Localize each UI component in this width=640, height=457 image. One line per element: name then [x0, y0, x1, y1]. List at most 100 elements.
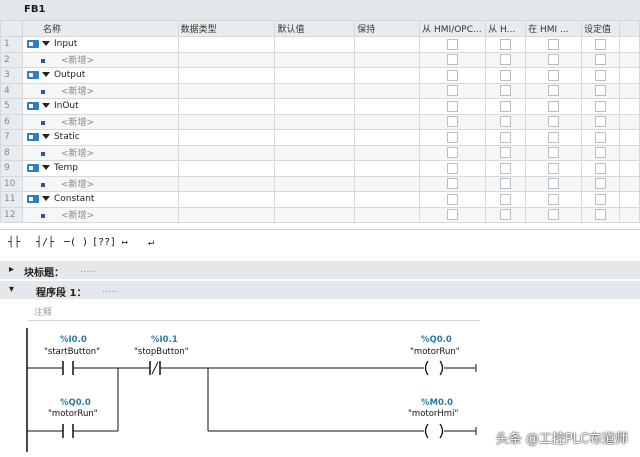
row-name-cell[interactable]: Constant [21, 191, 179, 208]
row-datatype-cell[interactable] [177, 113, 276, 130]
expand-triangle-icon[interactable] [41, 196, 50, 202]
expand-triangle-icon[interactable] [41, 72, 50, 78]
row-checkbox[interactable] [500, 69, 512, 81]
row-retain-cell[interactable] [354, 175, 421, 192]
row-checkbox[interactable] [500, 85, 512, 97]
expand-triangle-icon[interactable] [41, 134, 50, 140]
row-name-cell[interactable]: Temp [21, 160, 179, 177]
row-checkbox[interactable] [595, 147, 607, 159]
interface-row[interactable]: 7 Static [0, 129, 640, 146]
expand-triangle-icon[interactable] [41, 103, 50, 109]
network-header[interactable]: ▾ 程序段 1： ..... [0, 281, 640, 299]
row-checkbox[interactable] [548, 178, 560, 190]
header-setpoint[interactable]: 设定值 [581, 20, 620, 37]
row-checkbox[interactable] [500, 209, 512, 221]
no-contact-button[interactable]: ┤├ [8, 237, 20, 253]
row-checkbox[interactable] [500, 54, 512, 66]
row-checkbox[interactable] [500, 193, 512, 205]
block-title-row[interactable]: ▸ 块标题： ..... [0, 261, 640, 279]
empty-box-button[interactable]: [??] [92, 237, 116, 253]
row-datatype-cell[interactable] [177, 191, 276, 208]
row-default-cell[interactable] [274, 98, 356, 115]
row-checkbox[interactable] [447, 54, 459, 66]
expand-arrow-icon[interactable]: ▸ [9, 264, 14, 275]
add-new-entry[interactable]: <新增> [61, 56, 94, 66]
interface-row[interactable]: 1 Input [0, 36, 640, 53]
row-name-cell[interactable]: <新增> [21, 206, 179, 223]
row-default-cell[interactable] [274, 129, 356, 146]
row-checkbox[interactable] [548, 38, 560, 50]
row-checkbox[interactable] [500, 162, 512, 174]
row-name-cell[interactable]: <新增> [21, 144, 179, 161]
header-retain[interactable]: 保持 [354, 20, 421, 37]
row-checkbox[interactable] [595, 38, 607, 50]
row-checkbox[interactable] [548, 209, 560, 221]
row-checkbox[interactable] [595, 54, 607, 66]
row-retain-cell[interactable] [354, 113, 421, 130]
row-checkbox[interactable] [595, 131, 607, 143]
row-checkbox[interactable] [548, 85, 560, 97]
row-checkbox[interactable] [447, 147, 459, 159]
interface-row[interactable]: 9 Temp [0, 160, 640, 177]
row-name-cell[interactable]: Static [21, 129, 179, 146]
interface-row[interactable]: 8 <新增> [0, 144, 640, 161]
row-retain-cell[interactable] [354, 191, 421, 208]
row-datatype-cell[interactable] [177, 67, 276, 84]
add-new-entry[interactable]: <新增> [61, 87, 94, 97]
row-checkbox[interactable] [595, 116, 607, 128]
row-checkbox[interactable] [548, 147, 560, 159]
row-checkbox[interactable] [548, 69, 560, 81]
row-name-cell[interactable]: <新增> [21, 113, 179, 130]
row-checkbox[interactable] [447, 116, 459, 128]
row-default-cell[interactable] [274, 144, 356, 161]
row-checkbox[interactable] [447, 38, 459, 50]
expand-triangle-icon[interactable] [41, 165, 50, 171]
row-default-cell[interactable] [274, 51, 356, 68]
interface-row[interactable]: 4 <新增> [0, 82, 640, 99]
header-hmi-visible[interactable]: 在 HMI ... [525, 20, 583, 37]
row-checkbox[interactable] [447, 85, 459, 97]
row-default-cell[interactable] [274, 36, 356, 53]
row-name-cell[interactable]: Input [21, 36, 179, 53]
add-new-entry[interactable]: <新增> [61, 180, 94, 190]
collapse-arrow-icon[interactable]: ▾ [9, 284, 14, 295]
row-checkbox[interactable] [548, 54, 560, 66]
row-datatype-cell[interactable] [177, 144, 276, 161]
interface-row[interactable]: 10 <新增> [0, 175, 640, 192]
row-checkbox[interactable] [447, 162, 459, 174]
row-datatype-cell[interactable] [177, 129, 276, 146]
row-default-cell[interactable] [274, 82, 356, 99]
row-name-cell[interactable]: <新增> [21, 82, 179, 99]
row-checkbox[interactable] [548, 193, 560, 205]
interface-row[interactable]: 11 Constant [0, 191, 640, 208]
row-default-cell[interactable] [274, 160, 356, 177]
row-checkbox[interactable] [595, 100, 607, 112]
interface-row[interactable]: 2 <新增> [0, 51, 640, 68]
row-checkbox[interactable] [548, 162, 560, 174]
row-checkbox[interactable] [595, 69, 607, 81]
row-name-cell[interactable]: <新增> [21, 51, 179, 68]
interface-row[interactable]: 6 <新增> [0, 113, 640, 130]
row-checkbox[interactable] [447, 100, 459, 112]
interface-row[interactable]: 3 Output [0, 67, 640, 84]
close-branch-button[interactable]: ↵ [148, 237, 154, 253]
row-checkbox[interactable] [500, 147, 512, 159]
row-retain-cell[interactable] [354, 98, 421, 115]
row-checkbox[interactable] [447, 209, 459, 221]
row-name-cell[interactable]: Output [21, 67, 179, 84]
block-title-value[interactable]: ..... [80, 264, 96, 275]
row-checkbox[interactable] [548, 100, 560, 112]
header-name[interactable]: 名称 [21, 20, 179, 37]
header-default[interactable]: 默认值 [274, 20, 356, 37]
row-retain-cell[interactable] [354, 36, 421, 53]
row-checkbox[interactable] [500, 38, 512, 50]
interface-row[interactable]: 5 InOut [0, 98, 640, 115]
header-hmi-write[interactable]: 从 H... [485, 20, 527, 37]
row-retain-cell[interactable] [354, 82, 421, 99]
interface-row[interactable]: 12 <新增> [0, 206, 640, 223]
row-retain-cell[interactable] [354, 129, 421, 146]
row-checkbox[interactable] [595, 178, 607, 190]
expand-triangle-icon[interactable] [41, 41, 50, 47]
row-retain-cell[interactable] [354, 144, 421, 161]
row-checkbox[interactable] [595, 162, 607, 174]
